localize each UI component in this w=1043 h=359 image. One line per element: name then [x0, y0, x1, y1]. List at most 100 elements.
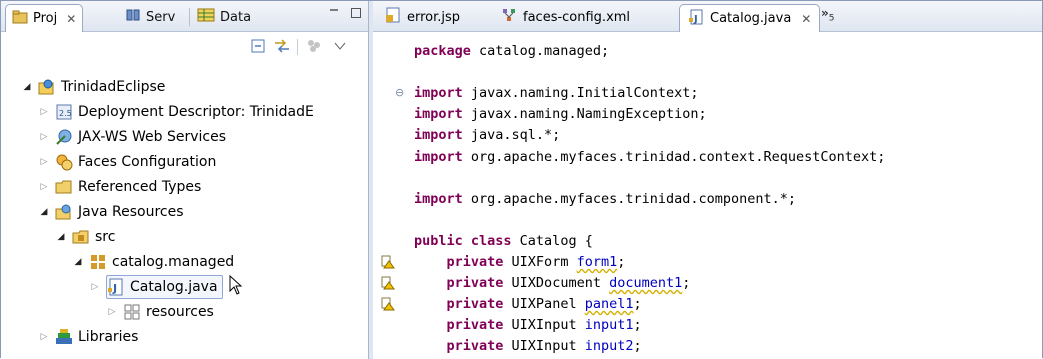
code-text: UIXInput: [503, 317, 585, 334]
libraries-icon: [55, 328, 73, 346]
code-text: ;: [633, 317, 642, 334]
code-line[interactable]: import org.apache.myfaces.trinidad.compo…: [414, 189, 796, 210]
code-line[interactable]: import javax.naming.InitialContext;: [414, 83, 698, 104]
view-toolbar: [1, 32, 368, 60]
tree-item-referenced-types[interactable]: ▷ Referenced Types: [38, 175, 202, 199]
expanded-arrow-icon[interactable]: ◢: [72, 256, 84, 268]
expanded-arrow-icon[interactable]: ◢: [38, 206, 50, 218]
warning-marker-icon[interactable]: [381, 276, 395, 290]
code-line[interactable]: import javax.naming.NamingException;: [414, 104, 707, 125]
maximize-icon[interactable]: [350, 7, 362, 19]
code-line[interactable]: import org.apache.myfaces.trinidad.conte…: [414, 147, 885, 168]
code-keyword: private: [446, 254, 504, 270]
tree-item-label: resources: [146, 304, 214, 320]
code-line[interactable]: package catalog.managed;: [414, 41, 609, 62]
code-area[interactable]: package catalog.managed; import javax.nam…: [373, 1, 1043, 359]
view-tab-bar: Proj ✕ Serv Data: [1, 1, 368, 32]
tree-item-label: src: [95, 229, 116, 245]
code-text: java.sql.*;: [462, 127, 561, 144]
tab-label: Proj: [33, 11, 58, 26]
collapsed-arrow-icon[interactable]: ▷: [106, 306, 118, 318]
minimize-icon[interactable]: [328, 7, 340, 19]
data-source-icon: [197, 8, 215, 26]
filter-icon[interactable]: [305, 38, 323, 54]
code-line[interactable]: public class Catalog {: [414, 231, 593, 252]
code-field: input1: [584, 317, 634, 334]
code-text: javax.naming.InitialContext;: [462, 85, 699, 102]
deployment-descriptor-icon: 2.5: [55, 103, 73, 121]
faces-config-icon: [55, 153, 73, 171]
collapsed-arrow-icon[interactable]: ▷: [38, 106, 50, 118]
tree-item-src[interactable]: ◢ src: [55, 225, 116, 249]
tree-item-jax-ws[interactable]: ▷ JAX-WS Web Services: [38, 125, 227, 149]
tree-item-libraries[interactable]: ▷ Libraries: [38, 325, 138, 349]
package-icon: [123, 303, 141, 321]
code-text: org.apache.myfaces.trinidad.component.*;: [462, 190, 797, 207]
code-text: Catalog {: [511, 232, 593, 249]
code-line[interactable]: private UIXInput input1;: [414, 315, 642, 336]
tree-item-catalog-managed[interactable]: ◢ catalog.managed: [72, 250, 235, 274]
svg-text:J: J: [112, 282, 117, 295]
code-text: ;: [682, 275, 691, 292]
selected-item[interactable]: J Catalog.java: [106, 275, 223, 299]
expanded-arrow-icon[interactable]: ◢: [55, 231, 67, 243]
code-text: ;: [633, 338, 642, 355]
tab-servers[interactable]: Serv: [119, 4, 181, 30]
code-line[interactable]: private UIXForm form1;: [414, 252, 626, 273]
collapsed-arrow-icon[interactable]: ▷: [89, 281, 101, 293]
expanded-arrow-icon[interactable]: ◢: [21, 81, 33, 93]
code-keyword: import: [414, 85, 463, 102]
package-icon: [89, 253, 107, 271]
code-keyword: public class: [414, 232, 512, 249]
collapse-all-icon[interactable]: [249, 38, 267, 54]
code-keyword: import: [414, 148, 463, 165]
code-line[interactable]: import java.sql.*;: [414, 125, 560, 146]
tree-item-label: Libraries: [78, 329, 139, 345]
collapsed-arrow-icon[interactable]: ▷: [38, 156, 50, 168]
warning-marker-icon[interactable]: [381, 255, 395, 269]
tree-item-label: Deployment Descriptor: TrinidadE: [78, 104, 314, 120]
folder-icon: [55, 178, 73, 196]
source-folder-icon: [72, 228, 90, 246]
code-line[interactable]: private UIXPanel panel1;: [414, 294, 642, 315]
code-text: ;: [633, 296, 642, 313]
fold-toggle-icon[interactable]: ⊖: [395, 86, 404, 99]
tree-item-resources[interactable]: ▷ resources: [106, 300, 214, 324]
tree-item-trinidadeclipse[interactable]: ◢ TrinidadEclipse: [21, 75, 166, 99]
code-keyword: private: [446, 275, 504, 292]
code-field: document1: [609, 275, 683, 292]
tree-item-label: Referenced Types: [78, 179, 202, 195]
code-keyword: private: [446, 338, 504, 355]
tab-project-explorer[interactable]: Proj ✕: [5, 4, 84, 32]
tree-item-catalog-java[interactable]: ▷ J Catalog.java: [89, 274, 243, 299]
code-keyword: import: [414, 127, 463, 144]
tab-data-source[interactable]: Data: [191, 4, 257, 30]
view-menu-icon[interactable]: [331, 38, 349, 54]
tab-label: Serv: [146, 9, 176, 25]
code-text: ;: [617, 254, 626, 270]
code-field: input2: [584, 338, 634, 355]
link-with-editor-icon[interactable]: [273, 38, 291, 54]
tree-item-faces-configuration[interactable]: ▷ Faces Configuration: [38, 150, 216, 174]
code-line[interactable]: private UIXDocument document1;: [414, 273, 691, 294]
tree-item-label: catalog.managed: [112, 254, 235, 270]
collapsed-arrow-icon[interactable]: ▷: [38, 181, 50, 193]
code-text: catalog.managed;: [470, 43, 610, 59]
close-icon[interactable]: ✕: [66, 12, 76, 26]
tree-item-deployment-descriptor[interactable]: ▷ 2.5 Deployment Descriptor: TrinidadE: [38, 100, 314, 124]
tree-item-label: TrinidadEclipse: [61, 79, 166, 95]
code-keyword: package: [414, 43, 471, 59]
code-text: UIXDocument: [503, 275, 610, 292]
web-services-icon: [55, 128, 73, 146]
code-text: UIXInput: [503, 338, 585, 355]
collapsed-arrow-icon[interactable]: ▷: [38, 131, 50, 143]
warning-marker-icon[interactable]: [381, 297, 395, 311]
code-text: org.apache.myfaces.trinidad.context.Requ…: [462, 148, 886, 165]
code-keyword: import: [414, 190, 463, 207]
code-line[interactable]: private UIXInput input2;: [414, 336, 642, 357]
web-project-icon: [38, 78, 56, 96]
collapsed-arrow-icon[interactable]: ▷: [38, 331, 50, 343]
tree-item-label: JAX-WS Web Services: [78, 129, 227, 145]
project-explorer-icon: [12, 10, 28, 28]
tree-item-java-resources[interactable]: ◢ Java Resources: [38, 200, 184, 224]
